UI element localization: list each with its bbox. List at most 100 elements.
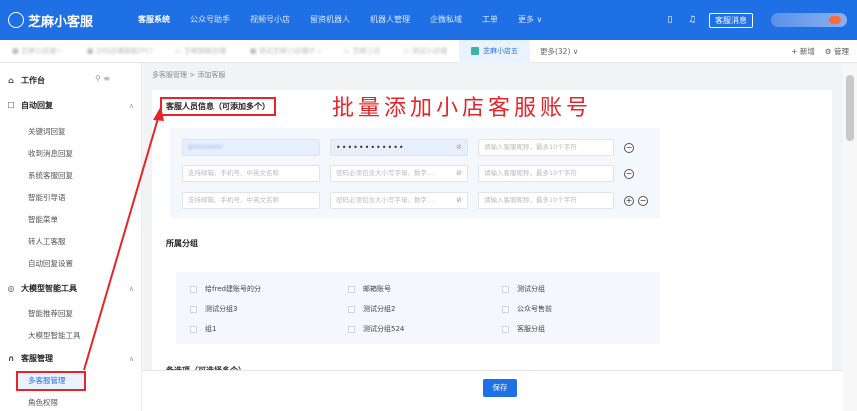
group-checkbox[interactable]: 邮箱账号 (348, 284, 391, 294)
checkbox-icon[interactable] (190, 325, 197, 333)
scrollbar-thumb[interactable] (846, 75, 854, 141)
sidebar-item-smart-recommend[interactable]: 智能推荐回复 (28, 308, 73, 319)
shop-tab[interactable]: ■ 沙拉店铺旗舰(PC) (75, 40, 164, 63)
nav-item-video-shop[interactable]: 视频号小店 (240, 0, 300, 40)
nickname-input[interactable]: 请输入客服昵称，最多10个字符 (478, 165, 614, 182)
sidebar-item-keyword-reply[interactable]: 关键词回复 (28, 126, 66, 137)
breadcrumb-separator: > (189, 71, 196, 79)
search-icon[interactable]: ⚲ ≡ (95, 74, 110, 83)
remove-row-icon[interactable]: − (638, 196, 648, 206)
sidebar-group-label: 自动回复 (21, 101, 53, 110)
manage-tabs-button[interactable]: ⚙ 管理 (825, 46, 849, 57)
group-checkbox[interactable]: 测试分组524 (348, 324, 404, 334)
group-checkbox[interactable]: 公众号售前 (502, 304, 552, 314)
password-input[interactable]: 密码必须包含大小写字母、数字… ⊘ (330, 165, 468, 182)
breadcrumb-parent[interactable]: 多客服管理 (152, 71, 187, 79)
sidebar-group-auto-reply[interactable]: ☐ 自动回复 ∧ (6, 100, 134, 111)
remove-row-icon[interactable]: − (624, 169, 634, 179)
group-checkbox[interactable]: 给fred建账号的分 (190, 284, 261, 294)
nav-item-more[interactable]: 更多 ∨ (508, 0, 552, 40)
sidebar-group-cs-manage[interactable]: ∩ 客服管理 ∧ (6, 353, 134, 364)
nav-item-wecom[interactable]: 企微私域 (420, 0, 472, 40)
group-checkbox[interactable]: 测试分组2 (348, 304, 395, 314)
top-navigation-bar: 芝麻小客服 客服系统 公众号助手 视频号小店 留资机器人 机器人管理 企微私域 … (0, 0, 857, 40)
phone-icon[interactable]: ▯ (664, 14, 676, 26)
checkbox-icon[interactable] (190, 305, 197, 313)
sidebar-item-message-reply[interactable]: 收到消息回复 (28, 148, 73, 159)
eye-off-icon[interactable]: ⊘ (456, 140, 462, 155)
sidebar-item-workbench[interactable]: ⌂ 工作台 (6, 75, 134, 86)
breadcrumb: 多客服管理 > 添加客服 (152, 70, 225, 80)
group-section-title: 所属分组 (166, 239, 198, 248)
bell-icon[interactable]: ♫ (686, 14, 698, 26)
account-input[interactable]: 支持邮箱、手机号、中英文名称 (182, 165, 320, 182)
checkbox-icon[interactable] (348, 325, 355, 333)
user-account-menu[interactable] (771, 13, 847, 27)
eye-off-icon[interactable]: ⊘ (456, 193, 462, 208)
account-input[interactable]: 支持邮箱、手机号、中英文名称 (182, 192, 320, 209)
group-checkbox[interactable]: 组1 (190, 324, 216, 334)
nav-item-bot-manage[interactable]: 机器人管理 (360, 0, 420, 40)
group-label: 客服分组 (517, 325, 545, 333)
shop-icon (470, 47, 479, 55)
tabs-more-dropdown[interactable]: 更多(32) ∨ (530, 46, 588, 57)
form-footer: 保存 (142, 370, 857, 411)
nav-item-lead-bot[interactable]: 留资机器人 (300, 0, 360, 40)
sidebar-group-ai-tools[interactable]: ◎ 大模型智能工具 ∧ (6, 283, 135, 294)
group-label: 给fred建账号的分 (205, 285, 261, 293)
nickname-input[interactable]: 请输入客服昵称，最多10个字符 (478, 139, 614, 156)
cs-message-button[interactable]: 客服消息 (709, 12, 753, 28)
remove-row-icon[interactable]: − (624, 143, 634, 153)
sidebar-item-system-reply[interactable]: 系统客服回复 (28, 170, 73, 181)
chevron-up-icon: ∧ (128, 101, 134, 110)
account-input[interactable]: 1•••••••• (182, 139, 320, 156)
shop-tab[interactable]: ■ 芝麻小店铺一 (0, 40, 75, 63)
password-placeholder: 密码必须包含大小写字母、数字… (336, 196, 434, 204)
password-input[interactable]: •••••••••••• ⊘ (330, 139, 468, 156)
shop-tab[interactable]: ▷ 测试小店铺 (392, 40, 459, 63)
group-label: 测试分组2 (363, 305, 396, 313)
app-logo[interactable]: 芝麻小客服 (0, 11, 128, 30)
nav-item-official-account[interactable]: 公众号助手 (180, 0, 240, 40)
group-options-container (176, 272, 660, 344)
password-value: •••••••••••• (336, 143, 405, 152)
group-checkbox[interactable]: 测试分组3 (190, 304, 237, 314)
checkbox-icon[interactable] (348, 305, 355, 313)
checkbox-icon[interactable] (502, 285, 509, 293)
ai-icon: ◎ (7, 283, 15, 293)
nav-item-cs-system[interactable]: 客服系统 (128, 0, 180, 40)
sidebar-item-guide-text[interactable]: 智能引导语 (28, 192, 66, 203)
nickname-input[interactable]: 请输入客服昵称，最多10个字符 (478, 192, 614, 209)
sidebar-item-reply-settings[interactable]: 自动回复设置 (28, 258, 73, 269)
group-checkbox[interactable]: 测试分组 (502, 284, 545, 294)
shop-tab[interactable]: ▷ 芝麻三店 (333, 40, 393, 63)
checkbox-icon[interactable] (502, 325, 509, 333)
eye-off-icon[interactable]: ⊘ (456, 166, 462, 181)
add-row-icon[interactable]: + (624, 196, 634, 206)
group-label: 组1 (205, 325, 217, 333)
sidebar-item-transfer-human[interactable]: 转人工客服 (28, 236, 66, 247)
nav-item-ticket[interactable]: 工单 (472, 0, 508, 40)
shop-tab[interactable]: ■ 测试芝麻小店铺(P..) (238, 40, 333, 63)
tab-active-shop[interactable]: 芝麻小店五 (458, 39, 530, 63)
logo-icon (8, 12, 24, 28)
save-button[interactable]: 保存 (483, 379, 517, 397)
headset-icon: ∩ (7, 353, 15, 363)
sidebar-item-role-permission[interactable]: 角色权限 (28, 397, 58, 408)
sidebar-item-smart-menu[interactable]: 智能菜单 (28, 214, 58, 225)
add-tab-button[interactable]: + 新增 (791, 46, 815, 57)
group-label: 测试分组3 (205, 305, 238, 313)
top-nav-menu: 客服系统 公众号助手 视频号小店 留资机器人 机器人管理 企微私域 工单 更多 … (128, 0, 552, 40)
top-right-actions: ▯ ♫ 客服消息 (659, 12, 857, 28)
password-input[interactable]: 密码必须包含大小写字母、数字… ⊘ (330, 192, 468, 209)
shop-tab[interactable]: ▷ 芝麻旗舰店铺 (164, 40, 238, 63)
sidebar-item-llm-tools[interactable]: 大模型智能工具 (28, 330, 81, 341)
checkbox-icon[interactable] (502, 305, 509, 313)
checkbox-icon[interactable] (190, 285, 197, 293)
checkbox-icon[interactable] (348, 285, 355, 293)
group-checkbox[interactable]: 客服分组 (502, 324, 545, 334)
active-tab-label: 芝麻小店五 (482, 47, 518, 55)
sidebar-item-multi-cs[interactable]: 多客服管理 (16, 371, 86, 391)
scrollbar[interactable] (843, 63, 857, 411)
breadcrumb-current: 添加客服 (197, 71, 226, 79)
